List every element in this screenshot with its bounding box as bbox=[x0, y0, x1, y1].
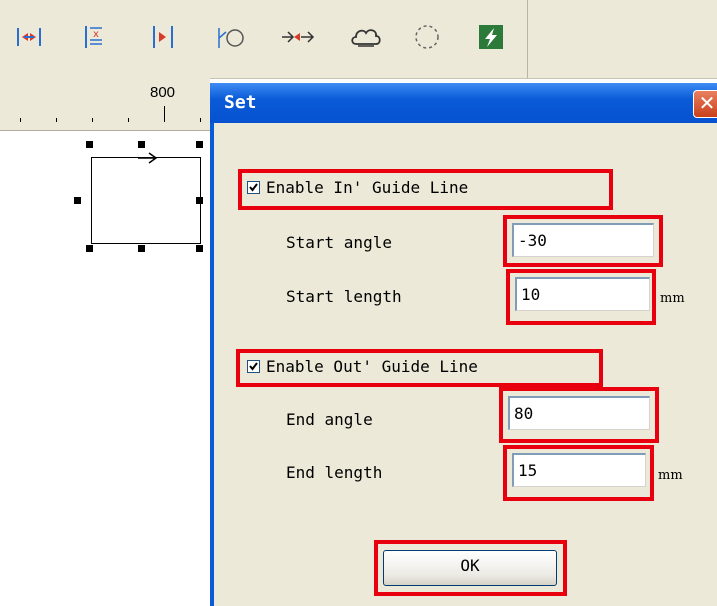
dialog-body: Enable In' Guide Line Start angle Start … bbox=[214, 123, 717, 606]
start-length-input[interactable] bbox=[515, 277, 650, 311]
enable-in-guide-line-checkbox[interactable]: Enable In' Guide Line bbox=[247, 178, 468, 197]
distribute-icon[interactable]: x bbox=[80, 22, 110, 52]
lead-line-icon[interactable] bbox=[216, 22, 246, 52]
direction-arrow-icon bbox=[138, 152, 158, 164]
selection-handle[interactable] bbox=[86, 141, 93, 148]
selection-handle[interactable] bbox=[74, 197, 81, 204]
enable-out-guide-line-checkbox[interactable]: Enable Out' Guide Line bbox=[247, 357, 478, 376]
selection-handle[interactable] bbox=[196, 197, 203, 204]
selected-rectangle[interactable] bbox=[91, 152, 201, 244]
ruler-minor-tick bbox=[92, 118, 93, 122]
ruler-minor-tick bbox=[200, 118, 201, 122]
dialog-title: Set bbox=[224, 92, 257, 113]
end-angle-label: End angle bbox=[286, 410, 373, 429]
toolbar: x bbox=[0, 0, 717, 79]
close-icon: ✕ bbox=[698, 91, 716, 115]
start-angle-input[interactable] bbox=[512, 223, 654, 257]
end-length-label: End length bbox=[286, 463, 383, 482]
circle-dashed-icon[interactable] bbox=[412, 22, 442, 52]
enable-in-guide-line-label: Enable In' Guide Line bbox=[266, 178, 469, 197]
lightning-icon[interactable] bbox=[476, 22, 506, 52]
close-button[interactable]: ✕ bbox=[693, 90, 717, 118]
end-length-unit: mm bbox=[658, 468, 683, 483]
start-length-label: Start length bbox=[286, 287, 402, 306]
ruler-minor-tick bbox=[128, 118, 129, 122]
end-angle-input[interactable] bbox=[508, 396, 650, 430]
selection-handle[interactable] bbox=[196, 245, 203, 252]
toolbar-separator bbox=[527, 0, 528, 78]
center-icon[interactable] bbox=[148, 22, 178, 52]
svg-text:x: x bbox=[93, 29, 99, 40]
ok-button[interactable]: OK bbox=[383, 550, 557, 586]
cloud-icon[interactable] bbox=[350, 22, 381, 52]
checkbox-box[interactable] bbox=[247, 181, 260, 194]
checkbox-box[interactable] bbox=[247, 360, 260, 373]
checkmark-icon bbox=[249, 362, 258, 371]
end-length-input[interactable] bbox=[512, 453, 646, 487]
enable-out-guide-line-label: Enable Out' Guide Line bbox=[266, 357, 478, 376]
selection-handle[interactable] bbox=[138, 141, 145, 148]
sequence-icon[interactable] bbox=[280, 22, 315, 52]
selection-handle[interactable] bbox=[138, 245, 145, 252]
ruler-minor-tick bbox=[56, 118, 57, 122]
selection-handle[interactable] bbox=[196, 141, 203, 148]
ruler-label: 800 bbox=[150, 84, 176, 101]
start-angle-label: Start angle bbox=[286, 233, 392, 252]
horizontal-ruler: 800 bbox=[0, 78, 210, 131]
dialog-titlebar[interactable]: Set ✕ bbox=[210, 83, 717, 123]
selection-handle[interactable] bbox=[86, 245, 93, 252]
checkmark-icon bbox=[249, 183, 258, 192]
ruler-major-tick bbox=[164, 106, 165, 122]
start-length-unit: mm bbox=[660, 291, 685, 306]
set-dialog: Set ✕ Enable In' Guide Line Start angle … bbox=[210, 83, 717, 606]
align-icon[interactable] bbox=[14, 22, 44, 52]
drawing-canvas[interactable] bbox=[0, 131, 210, 606]
ruler-minor-tick bbox=[20, 118, 21, 122]
